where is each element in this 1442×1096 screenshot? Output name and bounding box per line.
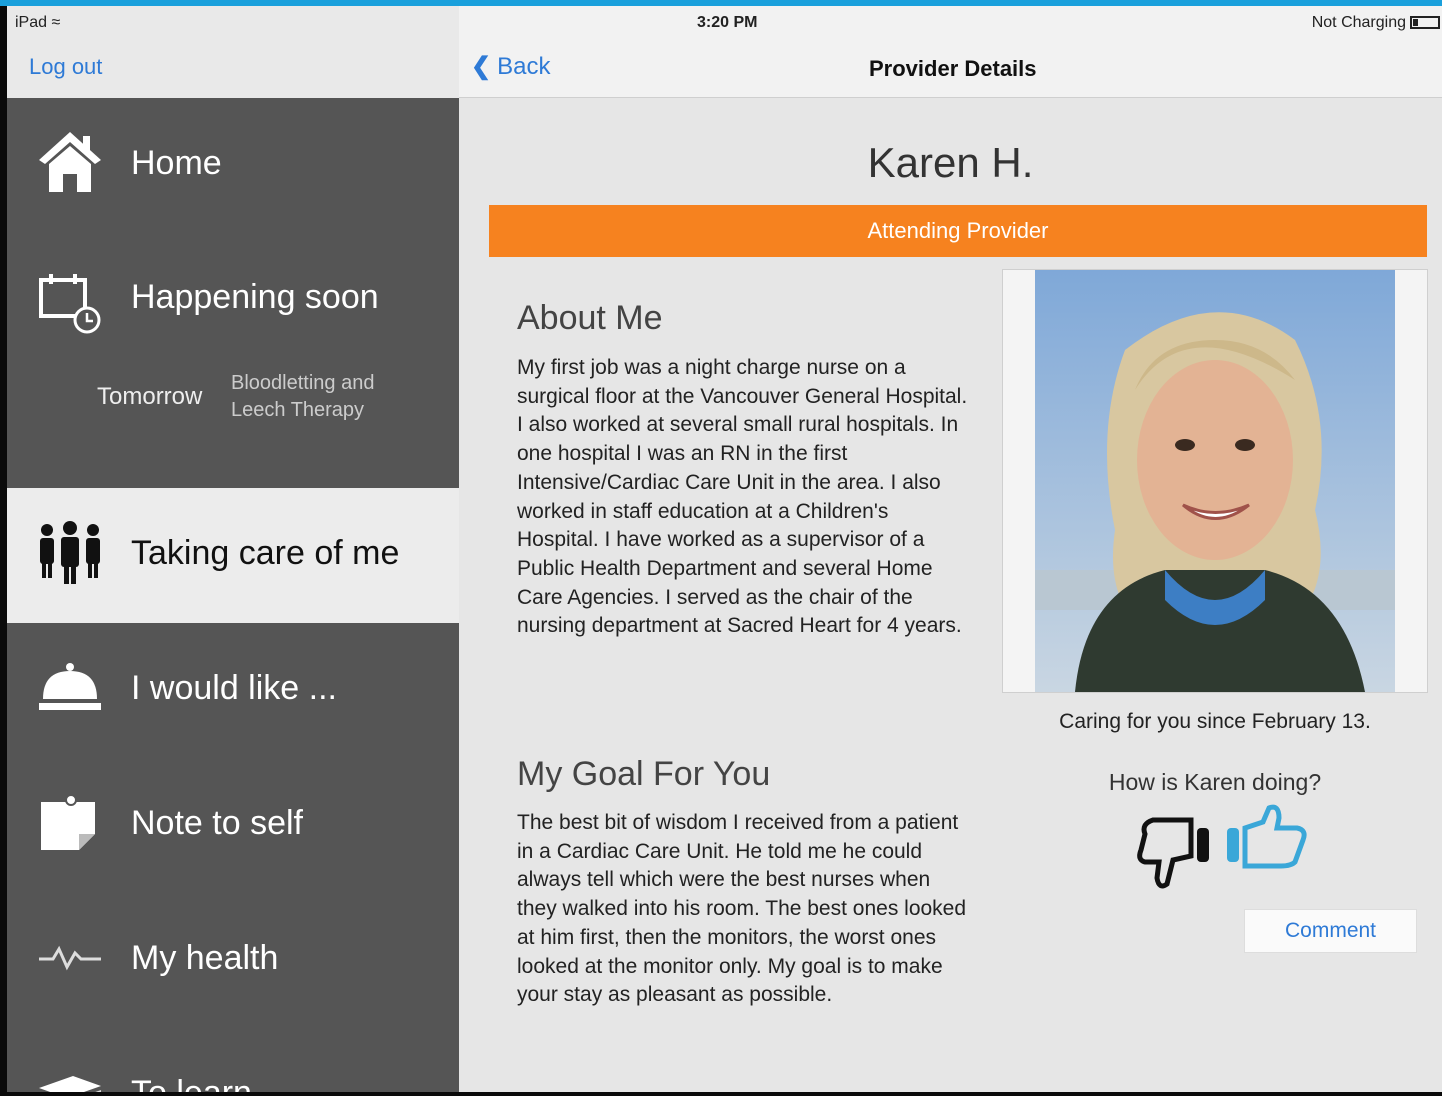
sidebar-item-happening-soon[interactable]: Happening soon [7, 228, 459, 488]
sidebar-item-label: Home [131, 144, 222, 182]
caring-since-text: Caring for you since February 13. [1059, 710, 1371, 733]
sidebar-item-label: Note to self [131, 804, 303, 842]
sidebar-item-to-learn[interactable]: To learn [7, 1028, 459, 1092]
sidebar-item-label: Happening soon [131, 278, 379, 316]
back-button[interactable]: ❮ Back [471, 52, 550, 81]
book-icon [39, 1076, 101, 1092]
home-icon [39, 132, 101, 192]
sidebar-item-home[interactable]: Home [7, 98, 459, 228]
sidebar: Home Happening soon Tomorrow Bloodlettin… [7, 98, 459, 1092]
happening-soon-day: Tomorrow [97, 383, 203, 410]
sidebar-item-label: Taking care of me [131, 534, 400, 572]
happening-soon-event[interactable]: Bloodletting and Leech Therapy [231, 370, 421, 424]
provider-photo [1035, 270, 1395, 692]
provider-name: Karen H. [867, 139, 1034, 186]
comment-button[interactable]: Comment [1244, 909, 1417, 953]
rating-question: How is Karen doing? [1108, 769, 1322, 795]
heartbeat-icon [39, 945, 101, 971]
service-bell-icon [39, 663, 101, 710]
sidebar-item-i-would-like[interactable]: I would like ... [7, 623, 459, 758]
sidebar-item-note-to-self[interactable]: Note to self [7, 758, 459, 893]
goal-text: The best bit of wisdom I received from a… [517, 811, 967, 1007]
goal-heading: My Goal For You [517, 755, 771, 793]
rating-controls [1137, 804, 1307, 889]
ipad-screen: Log out ❮ Back Provider Details iPad ≈ 3:… [7, 6, 1442, 1092]
note-icon [41, 794, 95, 850]
sidebar-item-my-health[interactable]: My health [7, 893, 459, 1028]
carrier-label: iPad ≈ [15, 14, 61, 31]
chevron-left-icon: ❮ [471, 53, 492, 80]
page-title: Provider Details [869, 56, 1037, 81]
people-icon [40, 521, 100, 584]
provider-details: Karen H. Attending Provider About Me My … [459, 99, 1442, 1092]
sidebar-item-label: I would like ... [131, 669, 337, 707]
logout-button[interactable]: Log out [29, 54, 102, 80]
provider-photo-frame [1002, 269, 1428, 693]
sidebar-item-label: My health [131, 939, 279, 977]
thumbs-up-icon[interactable] [1227, 804, 1307, 869]
status-bar: iPad ≈ 3:20 PM Not Charging [7, 6, 1442, 40]
wifi-icon: ≈ [51, 14, 61, 31]
status-time: 3:20 PM [697, 14, 758, 31]
thumbs-down-icon[interactable] [1137, 817, 1209, 889]
calendar-clock-icon [39, 274, 101, 334]
about-text: My first job was a night charge nurse on… [517, 356, 968, 638]
sidebar-item-label: To learn [131, 1074, 252, 1092]
battery-status-text: Not Charging [1311, 14, 1406, 31]
about-heading: About Me [517, 299, 663, 337]
sidebar-item-taking-care-of-me[interactable]: Taking care of me [7, 488, 459, 623]
battery-icon [1410, 16, 1440, 29]
back-label: Back [497, 53, 551, 80]
provider-role-banner: Attending Provider [489, 205, 1427, 257]
